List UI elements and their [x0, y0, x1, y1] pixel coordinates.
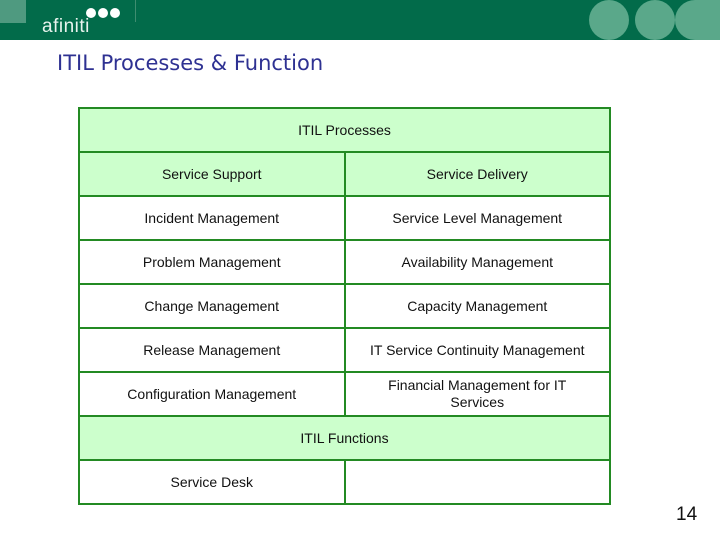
- table-cell: Problem Management: [78, 239, 346, 285]
- table-row: Problem Management Availability Manageme…: [78, 239, 611, 285]
- table-row: Configuration Management Financial Manag…: [78, 371, 611, 417]
- table-row: Incident Management Service Level Manage…: [78, 195, 611, 241]
- column-header-service-support: Service Support: [78, 151, 346, 197]
- table-cell: Configuration Management: [78, 371, 346, 417]
- table-cell: Service Level Management: [343, 195, 611, 241]
- table-cell: Incident Management: [78, 195, 346, 241]
- header-bar: afiniti: [0, 0, 720, 40]
- table-cell: IT Service Continuity Management: [343, 327, 611, 373]
- decorative-circle-icon: [589, 0, 629, 40]
- table-cell: Change Management: [78, 283, 346, 329]
- column-header-service-delivery: Service Delivery: [343, 151, 611, 197]
- table-cell: Release Management: [78, 327, 346, 373]
- page-number: 14: [676, 504, 698, 525]
- page-title: ITIL Processes & Function: [57, 51, 324, 75]
- logo-dot-icon: [110, 8, 120, 18]
- table-row: Change Management Capacity Management: [78, 283, 611, 329]
- header-accent-block: [0, 0, 26, 23]
- decorative-circle-icon: [635, 0, 675, 40]
- table-row: Service Desk: [78, 459, 611, 505]
- itil-table: ITIL Processes Service Support Service D…: [78, 107, 611, 505]
- table-cell: Availability Management: [343, 239, 611, 285]
- header-divider: [135, 0, 136, 22]
- table-cell: Capacity Management: [343, 283, 611, 329]
- logo-dot-icon: [98, 8, 108, 18]
- table-cell-empty: [343, 459, 611, 505]
- functions-header: ITIL Functions: [78, 415, 611, 461]
- decorative-circle-icon: [675, 0, 720, 40]
- processes-header: ITIL Processes: [78, 107, 611, 153]
- table-cell: Financial Management for IT Services: [343, 371, 611, 417]
- table-cell: Service Desk: [78, 459, 346, 505]
- logo-text: afiniti: [42, 16, 90, 37]
- table-row: Release Management IT Service Continuity…: [78, 327, 611, 373]
- logo-dot-icon: [86, 8, 96, 18]
